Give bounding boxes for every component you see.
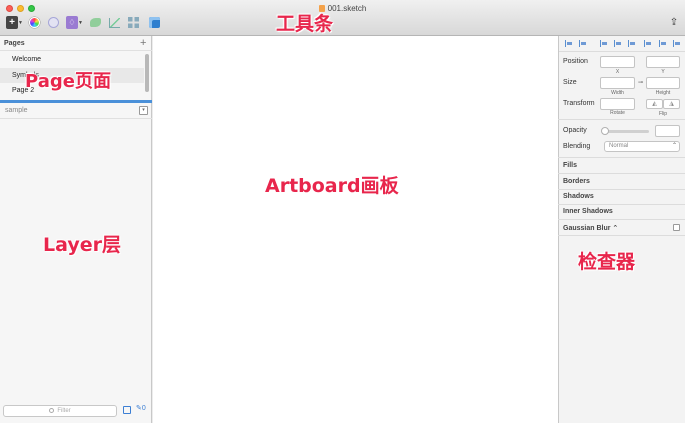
filter-slices-icon[interactable]: ✎0 <box>136 404 146 412</box>
divider <box>558 189 685 190</box>
insert-dropdown-caret-icon[interactable]: ▼ <box>18 16 23 29</box>
alignment-toolbar <box>559 36 685 52</box>
filter-placeholder: Filter <box>57 408 71 414</box>
align-top-icon[interactable] <box>644 40 652 47</box>
width-input[interactable] <box>600 77 635 89</box>
add-page-button[interactable]: + <box>140 37 146 49</box>
gaussian-blur-section[interactable]: Gaussian Blur ⌃ <box>563 224 618 232</box>
shape-circle-icon[interactable] <box>47 16 59 29</box>
inner-shadows-section[interactable]: Inner Shadows <box>563 208 613 215</box>
transform-label: Transform <box>563 100 595 107</box>
gaussian-blur-checkbox[interactable] <box>673 224 680 231</box>
pages-title: Pages <box>4 40 25 47</box>
create-symbol-button[interactable]: ♢ <box>66 16 78 29</box>
select-chevron-icon: ⌃ <box>671 143 677 149</box>
divider <box>558 235 685 236</box>
distribute-vertical-icon[interactable] <box>579 40 587 47</box>
pages-header: Pages + <box>0 36 152 51</box>
chart-tool-icon[interactable] <box>108 16 120 29</box>
divider <box>558 119 685 120</box>
lock-ratio-icon[interactable]: ⊸ <box>636 79 645 86</box>
opacity-slider-knob[interactable] <box>601 127 609 135</box>
artboard-collapse-icon[interactable]: ▾ <box>139 106 148 115</box>
window-title: 001.sketch <box>0 4 685 13</box>
rotate-input[interactable] <box>600 98 635 110</box>
opacity-input[interactable] <box>655 125 680 137</box>
title-bar: 001.sketch + ▼ ♢ ▼ ⇪ <box>0 0 685 36</box>
height-caption: Height <box>655 90 671 96</box>
width-caption: Width <box>611 90 624 96</box>
annotation-artboard: Artboard画板 <box>265 175 399 197</box>
height-input[interactable] <box>646 77 680 89</box>
x-caption: X <box>615 69 620 75</box>
distribute-horizontal-icon[interactable] <box>565 40 573 47</box>
size-label: Size <box>563 79 577 86</box>
y-caption: Y <box>661 69 665 75</box>
flip-caption: Flip <box>658 111 668 117</box>
annotation-layer: Layer层 <box>43 234 121 256</box>
divider <box>558 173 685 174</box>
align-bottom-icon[interactable] <box>673 40 681 47</box>
layer-filter-input[interactable]: Filter <box>3 405 117 417</box>
rotate-caption: Rotate <box>610 110 625 116</box>
divider <box>558 219 685 220</box>
divider <box>558 157 685 158</box>
divider <box>558 204 685 205</box>
opacity-slider-track[interactable] <box>604 130 649 133</box>
fills-section[interactable]: Fills <box>563 162 577 169</box>
boolean-operations-icon[interactable] <box>89 16 101 29</box>
borders-section[interactable]: Borders <box>563 178 590 185</box>
position-x-input[interactable] <box>600 56 635 68</box>
flip-vertical-button[interactable]: ◮ <box>663 99 680 109</box>
annotation-toolbar: 工具条 <box>276 13 334 35</box>
window-title-text: 001.sketch <box>327 4 367 13</box>
color-wheel-icon[interactable] <box>28 16 40 29</box>
flip-horizontal-button[interactable]: ◭ <box>646 99 663 109</box>
mirror-preview-icon[interactable] <box>148 16 160 29</box>
shadows-section[interactable]: Shadows <box>563 193 594 200</box>
insert-button[interactable]: + <box>6 16 18 29</box>
position-y-input[interactable] <box>646 56 680 68</box>
position-label: Position <box>563 58 588 65</box>
blending-value: Normal <box>609 143 629 149</box>
blending-label: Blending <box>563 143 591 150</box>
page-list-scrollbar[interactable] <box>145 54 149 92</box>
align-left-icon[interactable] <box>600 40 608 47</box>
align-right-icon[interactable] <box>628 40 636 47</box>
artboard-name: sample <box>5 107 28 114</box>
annotation-inspector: 检查器 <box>578 251 636 273</box>
symbol-dropdown-caret-icon[interactable]: ▼ <box>78 16 83 29</box>
export-share-icon[interactable]: ⇪ <box>669 16 679 29</box>
slices-count: 0 <box>141 405 146 412</box>
opacity-label: Opacity <box>563 127 587 134</box>
grid-view-icon[interactable] <box>127 16 139 29</box>
artboard-layer-row[interactable]: sample ▾ <box>0 103 152 119</box>
filter-groups-icon[interactable] <box>123 406 131 414</box>
align-middle-icon[interactable] <box>659 40 667 47</box>
align-center-icon[interactable] <box>614 40 622 47</box>
gaussian-blur-label: Gaussian Blur <box>563 225 611 232</box>
blending-mode-select[interactable]: Normal ⌃ <box>604 141 680 152</box>
page-item-welcome[interactable]: Welcome <box>0 52 144 68</box>
search-icon <box>49 408 55 413</box>
artboard-canvas[interactable] <box>153 36 558 423</box>
annotation-page: Page页面 <box>25 71 111 92</box>
